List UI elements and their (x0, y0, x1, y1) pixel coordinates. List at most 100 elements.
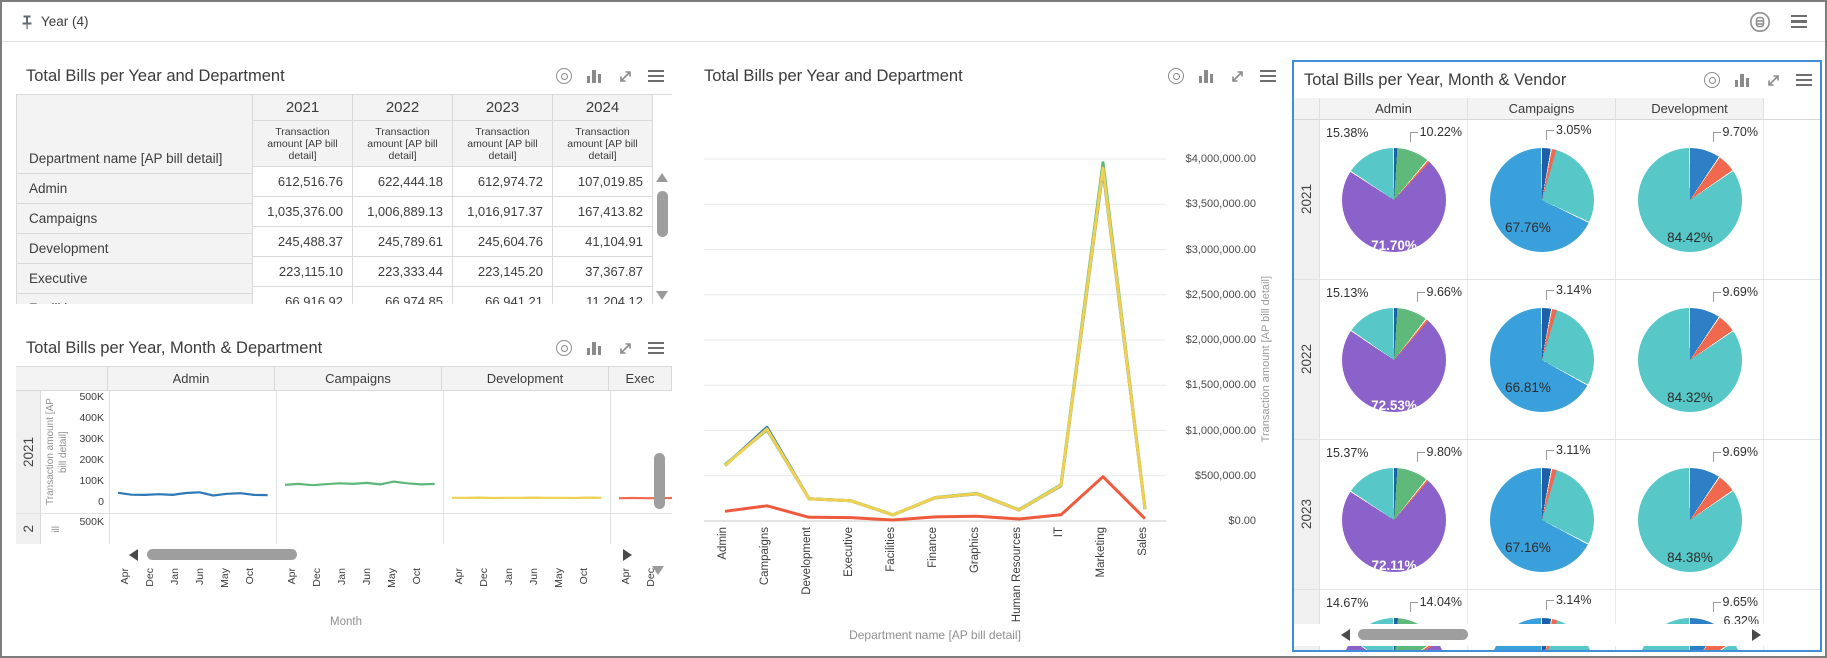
table-cell[interactable]: 66,974.85 (353, 287, 453, 304)
menu-icon[interactable] (1791, 15, 1807, 28)
panel-pies-year-month-vendor[interactable]: Total Bills per Year, Month & Vendor Adm… (1292, 60, 1822, 652)
table-cell[interactable]: 1,035,376.00 (253, 197, 353, 227)
table-cell[interactable]: 245,789.61 (353, 227, 453, 257)
department-row-header[interactable]: Admin (17, 174, 253, 204)
data-source-icon[interactable] (1749, 11, 1771, 33)
pie-chart[interactable] (1342, 308, 1446, 412)
vertical-scrollbar[interactable] (653, 95, 672, 304)
facet-column-header[interactable]: Admin (108, 367, 275, 391)
pie-cell-Development-2021[interactable]: 9.70%84.42% (1616, 120, 1764, 279)
label-connector (1713, 292, 1721, 302)
line-chart-cell[interactable] (276, 514, 443, 544)
expand-icon[interactable] (618, 69, 633, 84)
pie-label-group: 9.70% (1713, 125, 1758, 142)
panel-menu-icon[interactable] (1260, 70, 1276, 83)
expand-icon[interactable] (618, 341, 633, 356)
panel-menu-icon[interactable] (1796, 74, 1812, 87)
scroll-right-arrow[interactable] (623, 549, 632, 561)
line-chart[interactable]: $4,000,000.00$3,500,000.00$3,000,000.00$… (694, 94, 1284, 650)
pie-chart[interactable] (1490, 468, 1594, 572)
year-column-header[interactable]: 2022 (353, 95, 453, 121)
table-cell[interactable]: 612,516.76 (253, 167, 353, 197)
table-cell[interactable]: 11,204.12 (553, 287, 653, 304)
pie-chart[interactable] (1342, 148, 1446, 252)
department-column-header[interactable]: Department name [AP bill detail] (17, 95, 253, 174)
pie-cell-Admin-2021[interactable]: 15.38%10.22%71.70% (1320, 120, 1468, 279)
table-cell[interactable]: 1,006,889.13 (353, 197, 453, 227)
table-cell[interactable]: 66,941.21 (453, 287, 553, 304)
x-axis-tick: May (553, 568, 565, 588)
pie-inside-label: 72.53% (1320, 398, 1468, 413)
pie-column-header[interactable]: Admin (1320, 98, 1468, 120)
facet-column-header[interactable]: Exec (609, 367, 672, 391)
line-chart-cell[interactable] (443, 514, 610, 544)
panel-menu-icon[interactable] (648, 342, 664, 355)
pie-cell-Campaigns-2023[interactable]: 3.11%67.16% (1468, 440, 1616, 589)
year-column-header[interactable]: 2023 (453, 95, 553, 121)
table-cell[interactable]: 66,916.92 (253, 287, 353, 304)
scroll-thumb[interactable] (1358, 629, 1468, 640)
line-chart-cell[interactable] (276, 391, 443, 513)
department-row-header[interactable]: Development (17, 234, 253, 264)
horizontal-scrollbar[interactable] (1294, 624, 1820, 646)
facet-column-header[interactable]: Development (442, 367, 609, 391)
scroll-left-arrow[interactable] (1341, 629, 1350, 641)
scroll-right-arrow[interactable] (1752, 629, 1761, 641)
table-cell[interactable]: 107,019.85 (553, 167, 653, 197)
scroll-up-arrow[interactable] (656, 173, 668, 182)
chart-type-icon[interactable] (587, 341, 603, 355)
focus-icon[interactable] (556, 68, 572, 84)
pie-cell-Campaigns-2022[interactable]: 3.14%66.81% (1468, 280, 1616, 439)
expand-icon[interactable] (1230, 69, 1245, 84)
line-chart-cell[interactable] (610, 514, 672, 544)
table-cell[interactable]: 37,367.87 (553, 257, 653, 287)
pie-column-header[interactable]: Development (1616, 98, 1764, 120)
line-chart-cell[interactable] (443, 391, 610, 513)
table-row: 223,115.10223,333.44223,145.2037,367.87 (253, 257, 653, 287)
pie-cell-Admin-2023[interactable]: 15.37%9.80%72.11% (1320, 440, 1468, 589)
department-row-header[interactable]: Facilities (17, 294, 253, 304)
table-cell[interactable]: 622,444.18 (353, 167, 453, 197)
department-row-header[interactable]: Executive (17, 264, 253, 294)
chart-type-icon[interactable] (587, 69, 603, 83)
focus-icon[interactable] (1168, 68, 1184, 84)
table-cell[interactable]: 612,974.72 (453, 167, 553, 197)
table-cell[interactable]: 223,115.10 (253, 257, 353, 287)
scroll-down-arrow[interactable] (652, 566, 664, 575)
pie-cell-Development-2023[interactable]: 9.69%84.38% (1616, 440, 1764, 589)
scroll-thumb[interactable] (657, 191, 668, 237)
chart-type-icon[interactable] (1199, 69, 1215, 83)
pie-label: 9.69% (1723, 445, 1758, 459)
horizontal-scrollbar[interactable] (16, 544, 672, 566)
line-chart-cell[interactable] (109, 514, 276, 544)
table-cell[interactable]: 223,333.44 (353, 257, 453, 287)
scroll-left-arrow[interactable] (129, 549, 138, 561)
table-cell[interactable]: 245,488.37 (253, 227, 353, 257)
scroll-thumb[interactable] (147, 549, 297, 560)
pie-chart[interactable] (1490, 308, 1594, 412)
table-cell[interactable]: 1,016,917.37 (453, 197, 553, 227)
table-cell[interactable]: 167,413.82 (553, 197, 653, 227)
chart-type-icon[interactable] (1735, 73, 1751, 87)
focus-icon[interactable] (1704, 72, 1720, 88)
year-column-header[interactable]: 2021 (253, 95, 353, 121)
line-chart-cell[interactable] (109, 391, 276, 513)
scroll-down-arrow[interactable] (656, 291, 668, 300)
pie-cell-Development-2022[interactable]: 9.69%84.32% (1616, 280, 1764, 439)
pie-cell-Admin-2022[interactable]: 15.13%9.66%72.53% (1320, 280, 1468, 439)
table-cell[interactable]: 41,104.91 (553, 227, 653, 257)
focus-icon[interactable] (556, 340, 572, 356)
facet-column-header[interactable]: Campaigns (275, 367, 442, 391)
table-cell[interactable]: 223,145.20 (453, 257, 553, 287)
table-cell[interactable]: 245,604.76 (453, 227, 553, 257)
pie-chart[interactable] (1490, 148, 1594, 252)
pie-chart[interactable] (1342, 468, 1446, 572)
panel-menu-icon[interactable] (648, 70, 664, 83)
year-column-header[interactable]: 2024 (553, 95, 653, 121)
pie-cell-Campaigns-2021[interactable]: 3.05%67.76% (1468, 120, 1616, 279)
vertical-scroll-thumb[interactable] (654, 453, 665, 509)
expand-icon[interactable] (1766, 73, 1781, 88)
year-filter-chip[interactable]: Year (4) (41, 14, 89, 29)
pie-column-header[interactable]: Campaigns (1468, 98, 1616, 120)
department-row-header[interactable]: Campaigns (17, 204, 253, 234)
